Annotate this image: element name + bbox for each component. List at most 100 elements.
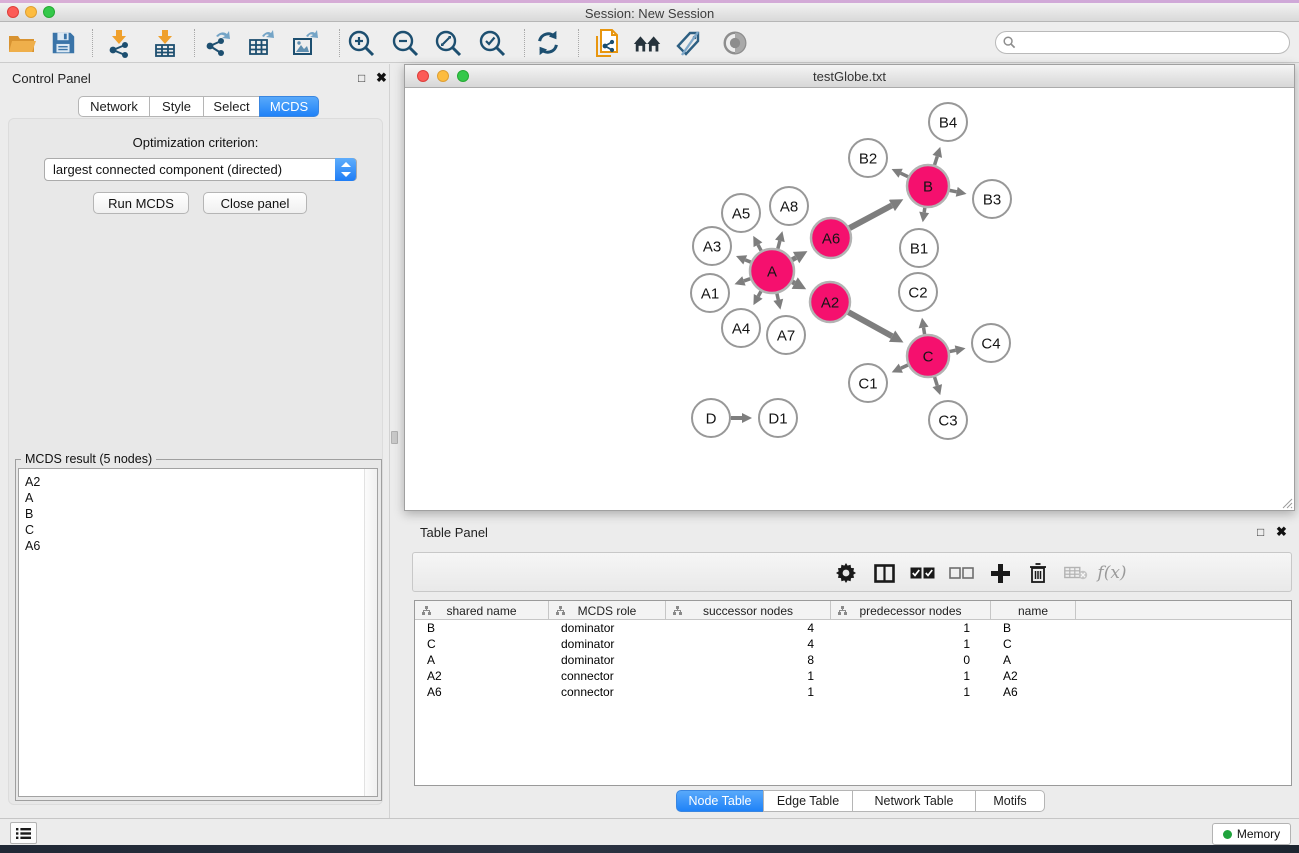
tab-network[interactable]: Network (78, 96, 150, 117)
column-header-successor-nodes[interactable]: successor nodes (666, 601, 831, 620)
mcds-result-item[interactable]: B (19, 506, 377, 522)
graph-edge-B-B3[interactable] (950, 190, 957, 191)
graph-edge-C-C1[interactable] (901, 365, 908, 368)
graph-edge-C-C4[interactable] (950, 350, 956, 351)
control-panel-title: Control Panel (12, 71, 91, 86)
import-network-button[interactable] (101, 26, 137, 60)
graph-edge-B-B2[interactable] (901, 173, 908, 176)
graph-edge-A-A7[interactable] (777, 293, 778, 299)
mcds-result-item[interactable]: C (19, 522, 377, 538)
float-window-icon[interactable]: □ (358, 71, 365, 85)
graph-node-label: A1 (701, 285, 719, 302)
graph-edge-A6-B[interactable] (850, 205, 892, 228)
graph-edge-A-A3[interactable] (745, 260, 751, 262)
table-row[interactable]: A2connector11A2 (415, 668, 1291, 684)
graph-edge-C-C2[interactable] (924, 328, 925, 335)
zoom-out-button[interactable] (387, 26, 423, 60)
memory-button[interactable]: Memory (1212, 823, 1291, 845)
zoom-fit-button[interactable] (430, 26, 466, 60)
close-panel-button[interactable]: Close panel (203, 192, 307, 214)
delete-column-button[interactable] (1023, 558, 1053, 588)
export-network-button[interactable] (199, 26, 235, 60)
show-graphics-details-button[interactable] (717, 26, 753, 60)
resize-grip-icon[interactable] (1280, 496, 1293, 509)
column-header-MCDS-role[interactable]: MCDS role (549, 601, 666, 620)
table-cell: C (991, 636, 1076, 652)
column-header-name[interactable]: name (991, 601, 1076, 620)
tab-style[interactable]: Style (149, 96, 204, 117)
close-panel-icon[interactable]: ✖ (376, 70, 387, 86)
mcds-result-item[interactable]: A2 (19, 474, 377, 490)
tab-select[interactable]: Select (203, 96, 260, 117)
clone-network-button[interactable] (589, 26, 625, 60)
graph-edge-C-C3[interactable] (935, 377, 938, 386)
export-image-button[interactable] (287, 26, 323, 60)
float-window-icon[interactable]: □ (1257, 525, 1264, 539)
graph-edge-A-A5[interactable] (758, 245, 761, 251)
delete-table-button[interactable] (1061, 558, 1091, 588)
network-graph-canvas[interactable]: B4B2BB3A5A8A6A3B1AA1C2A2A4A7C4CC1C3DD1 (406, 89, 1295, 511)
zoom-selected-button[interactable] (474, 26, 510, 60)
graph-node-label: A8 (780, 198, 798, 215)
graph-edge-A-A6[interactable] (792, 258, 796, 260)
edge-arrowhead-icon (742, 413, 752, 423)
table-tab-network-table[interactable]: Network Table (852, 790, 976, 812)
task-history-button[interactable] (10, 822, 37, 844)
search-input[interactable] (1020, 36, 1289, 50)
table-settings-button[interactable] (831, 558, 861, 588)
open-session-button[interactable] (4, 26, 40, 60)
graph-edge-B-B1[interactable] (924, 208, 925, 213)
graph-node-label: C (923, 348, 934, 365)
table-toolbar: f(x) (412, 552, 1292, 592)
run-mcds-button[interactable]: Run MCDS (93, 192, 189, 214)
show-all-button[interactable] (630, 26, 666, 60)
panel-divider-handle[interactable] (391, 431, 398, 444)
column-header-predecessor-nodes[interactable]: predecessor nodes (831, 601, 991, 620)
table-row[interactable]: A6connector11A6 (415, 684, 1291, 700)
graph-edge-B-B4[interactable] (935, 156, 938, 165)
table-cell: 1 (831, 636, 991, 652)
add-column-button[interactable] (985, 558, 1015, 588)
graph-edge-A-A8[interactable] (778, 241, 780, 249)
mcds-result-item[interactable]: A (19, 490, 377, 506)
search-field[interactable] (995, 31, 1290, 54)
edge-arrowhead-icon (932, 384, 942, 395)
edge-arrowhead-icon (919, 318, 929, 329)
graph-edge-A2-C[interactable] (848, 312, 892, 336)
table-tab-node-table[interactable]: Node Table (676, 790, 764, 812)
table-cell: dominator (549, 636, 666, 652)
table-tab-motifs[interactable]: Motifs (975, 790, 1045, 812)
refresh-button[interactable] (530, 26, 566, 60)
criterion-dropdown[interactable]: largest connected component (directed) (44, 158, 357, 181)
graph-node-label: A4 (732, 320, 750, 337)
select-all-button[interactable] (907, 558, 937, 588)
zoom-fit-icon (433, 28, 463, 58)
graph-edge-A-A2[interactable] (792, 282, 794, 283)
table-row[interactable]: Adominator80A (415, 652, 1291, 668)
edge-arrowhead-icon (775, 231, 785, 242)
export-table-button[interactable] (243, 26, 279, 60)
import-table-button[interactable] (147, 26, 183, 60)
edge-arrowhead-icon (773, 299, 783, 310)
zoom-in-button[interactable] (343, 26, 379, 60)
edge-arrowhead-icon (956, 187, 967, 197)
graph-edge-A-A4[interactable] (758, 291, 761, 296)
scrollbar-track[interactable] (364, 469, 377, 796)
graph-edge-A-A1[interactable] (744, 279, 750, 281)
table-tab-edge-table[interactable]: Edge Table (763, 790, 853, 812)
tab-mcds[interactable]: MCDS (259, 96, 319, 117)
table-row[interactable]: Cdominator41C (415, 636, 1291, 652)
export-image-icon (290, 28, 320, 58)
hide-labels-button[interactable] (671, 26, 707, 60)
open-folder-icon (7, 28, 37, 58)
column-header-shared-name[interactable]: shared name (415, 601, 549, 620)
function-builder-button[interactable]: f(x) (1097, 558, 1127, 588)
network-window-titlebar[interactable]: testGlobe.txt (405, 65, 1294, 88)
mcds-result-list[interactable]: A2ABCA6 (18, 468, 378, 797)
close-panel-icon[interactable]: ✖ (1276, 524, 1287, 540)
mcds-result-item[interactable]: A6 (19, 538, 377, 554)
deselect-all-button[interactable] (946, 558, 976, 588)
save-session-button[interactable] (45, 26, 81, 60)
show-columns-button[interactable] (869, 558, 899, 588)
table-row[interactable]: Bdominator41B (415, 620, 1291, 636)
